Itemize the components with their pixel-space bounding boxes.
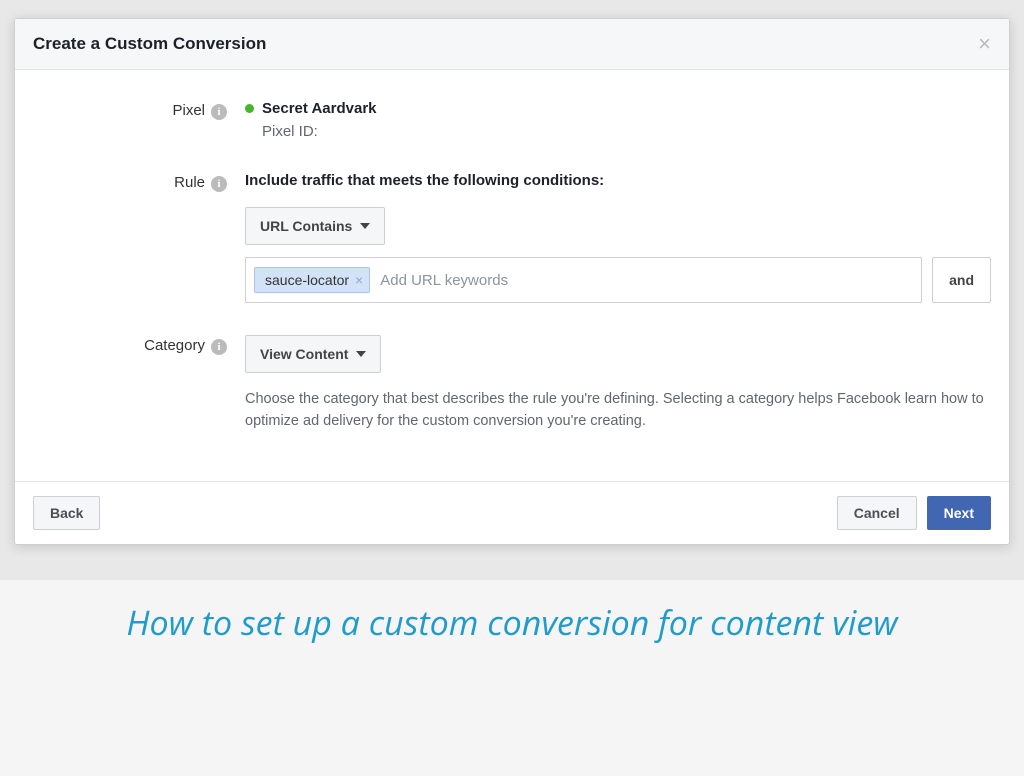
- category-help-text: Choose the category that best describes …: [245, 389, 991, 433]
- category-dropdown[interactable]: View Content: [245, 335, 381, 373]
- dropdown-label: URL Contains: [260, 218, 352, 234]
- url-keywords-input[interactable]: [380, 272, 913, 289]
- modal-body: Pixel i Secret Aardvark Pixel ID: Rule i…: [15, 70, 1009, 481]
- modal-footer: Back Cancel Next: [15, 481, 1009, 544]
- rule-content: Include traffic that meets the following…: [233, 172, 991, 303]
- info-icon[interactable]: i: [211, 339, 227, 355]
- info-icon[interactable]: i: [211, 104, 227, 120]
- pixel-row: Pixel i Secret Aardvark Pixel ID:: [33, 100, 991, 140]
- pixel-id-label: Pixel ID:: [262, 123, 991, 140]
- back-button[interactable]: Back: [33, 496, 100, 530]
- next-button[interactable]: Next: [927, 496, 991, 530]
- rule-label-col: Rule i: [33, 172, 233, 303]
- tag-remove-icon[interactable]: ×: [355, 273, 363, 287]
- caption-text: How to set up a custom conversion for co…: [60, 600, 964, 646]
- modal-title: Create a Custom Conversion: [33, 34, 266, 54]
- url-input-row: sauce-locator × and: [245, 257, 991, 303]
- custom-conversion-modal: Create a Custom Conversion × Pixel i Sec…: [14, 18, 1010, 545]
- and-button[interactable]: and: [932, 257, 991, 303]
- pixel-label-col: Pixel i: [33, 100, 233, 140]
- category-content: View Content Choose the category that be…: [233, 335, 991, 433]
- footer-right: Cancel Next: [837, 496, 991, 530]
- close-icon[interactable]: ×: [978, 33, 991, 55]
- rule-label: Rule: [174, 174, 205, 191]
- pixel-name: Secret Aardvark: [262, 100, 377, 117]
- url-keywords-input-container[interactable]: sauce-locator ×: [245, 257, 922, 303]
- pixel-name-line: Secret Aardvark: [245, 100, 991, 117]
- info-icon[interactable]: i: [211, 176, 227, 192]
- cancel-button[interactable]: Cancel: [837, 496, 917, 530]
- category-label: Category: [144, 337, 205, 354]
- pixel-content: Secret Aardvark Pixel ID:: [233, 100, 991, 140]
- rule-heading: Include traffic that meets the following…: [245, 172, 991, 189]
- dropdown-label: View Content: [260, 346, 348, 362]
- keyword-tag: sauce-locator ×: [254, 267, 370, 293]
- chevron-down-icon: [356, 351, 366, 357]
- caption-container: How to set up a custom conversion for co…: [0, 600, 1024, 646]
- chevron-down-icon: [360, 223, 370, 229]
- category-label-col: Category i: [33, 335, 233, 433]
- pixel-label: Pixel: [172, 102, 205, 119]
- category-row: Category i View Content Choose the categ…: [33, 335, 991, 433]
- url-condition-dropdown[interactable]: URL Contains: [245, 207, 385, 245]
- and-label: and: [949, 272, 974, 288]
- modal-header: Create a Custom Conversion ×: [15, 19, 1009, 70]
- status-dot-icon: [245, 104, 254, 113]
- tag-text: sauce-locator: [265, 272, 349, 288]
- rule-row: Rule i Include traffic that meets the fo…: [33, 172, 991, 303]
